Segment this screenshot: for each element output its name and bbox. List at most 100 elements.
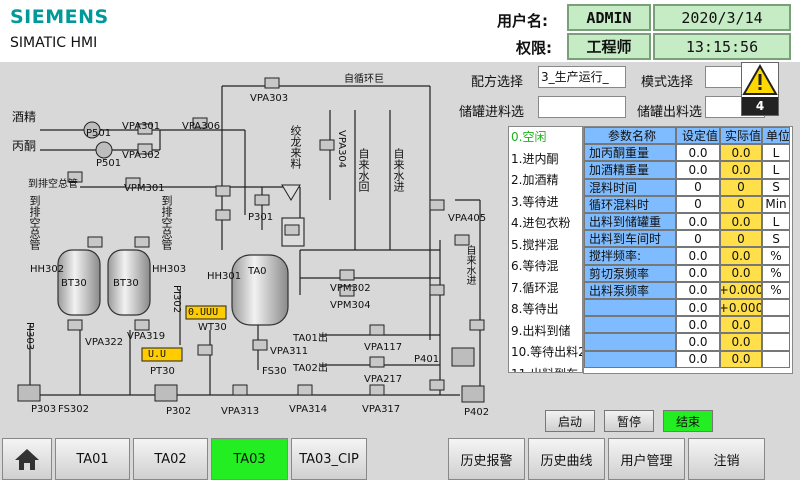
label-vpa311: VPA311 bbox=[270, 346, 309, 357]
product-name: SIMATIC HMI bbox=[10, 35, 98, 51]
date-display: 2020/3/14 bbox=[653, 4, 791, 31]
param-setpoint[interactable]: 0.0 bbox=[676, 247, 720, 265]
param-header-cell: 参数名称 bbox=[584, 127, 676, 145]
label-p303: P303 bbox=[31, 404, 57, 415]
label-vpm301: VPM301 bbox=[124, 183, 165, 194]
start-button[interactable]: 启动 bbox=[545, 410, 595, 432]
nav-home[interactable] bbox=[2, 438, 52, 480]
param-setpoint[interactable]: 0.0 bbox=[676, 299, 720, 317]
sensor-wt30-value: 0.UUU bbox=[188, 307, 219, 318]
nav-user-management[interactable]: 用户管理 bbox=[608, 438, 685, 480]
param-name bbox=[584, 350, 676, 368]
label-vent-header: 到排空总管 bbox=[28, 179, 78, 190]
nav-ta02[interactable]: TA02 bbox=[133, 438, 208, 480]
label-vpm304: VPM304 bbox=[330, 300, 371, 311]
label-bt30-a: BT30 bbox=[61, 278, 87, 289]
label-p301-mixer: P301 bbox=[248, 212, 274, 223]
step-list: 0.空闲 1.进内酮 2.加酒精 3.等待进 4.进包衣粉 5.搅拌混 6.等待混 7.循环混… bbox=[508, 126, 583, 373]
label-ta02-out: TA02出 bbox=[293, 363, 328, 374]
label-wt30: WT30 bbox=[198, 322, 227, 333]
label-pi302: PI302 bbox=[171, 285, 182, 314]
label-acetone: 丙酮 bbox=[12, 139, 37, 153]
nav-ta03-cip[interactable]: TA03_CIP bbox=[291, 438, 367, 480]
param-actual: 0.0 bbox=[720, 144, 762, 162]
pause-button[interactable]: 暂停 bbox=[604, 410, 654, 432]
nav-history-curve[interactable]: 历史曲线 bbox=[528, 438, 605, 480]
param-setpoint[interactable]: 0.0 bbox=[676, 213, 720, 231]
param-name: 加酒精重量 bbox=[584, 161, 676, 179]
step-item: 9.出料到储 bbox=[511, 323, 571, 338]
param-row: 出料到储罐重 0.0 0.0 L bbox=[584, 213, 790, 231]
param-row: 出料到车间时 0 0 S bbox=[584, 230, 790, 248]
warning-icon bbox=[742, 63, 778, 95]
alarm-indicator[interactable]: 4 bbox=[741, 62, 779, 116]
param-setpoint[interactable]: 0.0 bbox=[676, 316, 720, 334]
param-setpoint[interactable]: 0 bbox=[676, 230, 720, 248]
label-p501: P501 bbox=[96, 158, 122, 169]
param-name bbox=[584, 316, 676, 334]
param-name: 混料时间 bbox=[584, 178, 676, 196]
param-name: 搅拌频率: bbox=[584, 247, 676, 265]
tank-in-field[interactable] bbox=[538, 96, 626, 118]
param-actual: 0 bbox=[720, 195, 762, 213]
label-vpa301: VPA301 bbox=[122, 121, 161, 132]
param-row: 0.0 +0.000 bbox=[584, 299, 790, 317]
param-header-cell: 单位 bbox=[762, 127, 790, 145]
param-actual: 0.0 bbox=[720, 213, 762, 231]
nav-logout[interactable]: 注销 bbox=[688, 438, 765, 480]
param-actual: 0.0 bbox=[720, 247, 762, 265]
param-actual: 0.0 bbox=[720, 264, 762, 282]
label-hh302: HH302 bbox=[30, 264, 65, 275]
label-water-in: 自来水进 bbox=[392, 148, 405, 192]
label-hh303: HH303 bbox=[152, 264, 187, 275]
end-button[interactable]: 结束 bbox=[663, 410, 713, 432]
param-name: 出料泵频率 bbox=[584, 281, 676, 299]
recipe-select-field[interactable]: 3_生产运行_ bbox=[538, 66, 626, 88]
label-bt30-b: BT30 bbox=[113, 278, 139, 289]
parameter-table: 参数名称 设定值 实际值 单位 加丙酮重量 0.0 0.0 L 加酒精重量 0.0 0.0 L 混料时间… bbox=[583, 126, 793, 374]
param-unit bbox=[762, 350, 790, 368]
param-setpoint[interactable]: 0.0 bbox=[676, 264, 720, 282]
param-unit: Min bbox=[762, 195, 790, 213]
nav-ta03[interactable]: TA03 bbox=[211, 438, 288, 480]
param-row: 循环混料时 0 0 Min bbox=[584, 195, 790, 213]
param-unit: L bbox=[762, 144, 790, 162]
nav-history-alarm[interactable]: 历史报警 bbox=[448, 438, 525, 480]
tank-out-label: 储罐出料选 bbox=[637, 105, 703, 120]
step-item: 2.加酒精 bbox=[511, 173, 559, 187]
param-setpoint[interactable]: 0 bbox=[676, 178, 720, 196]
label-hh301: HH301 bbox=[207, 271, 242, 282]
label-water-in-2: 自来水进 bbox=[464, 245, 475, 285]
param-setpoint[interactable]: 0.0 bbox=[676, 161, 720, 179]
label-p401: P401 bbox=[414, 354, 440, 365]
param-unit bbox=[762, 316, 790, 334]
step-item: 4.进包衣粉 bbox=[511, 216, 571, 230]
step-item: 3.等待进 bbox=[511, 194, 559, 209]
param-name: 出料到车间时 bbox=[584, 230, 676, 248]
param-header-row: 参数名称 设定值 实际值 单位 bbox=[584, 127, 790, 145]
param-unit: S bbox=[762, 230, 790, 248]
step-item: 8.等待出 bbox=[511, 302, 559, 316]
param-setpoint[interactable]: 0.0 bbox=[676, 144, 720, 162]
label-p302: P302 bbox=[166, 406, 192, 417]
label-to-vent-2: 到排空总管 bbox=[160, 195, 173, 250]
time-display: 13:15:56 bbox=[653, 33, 791, 60]
param-name: 循环混料时 bbox=[584, 195, 676, 213]
param-setpoint[interactable]: 0 bbox=[676, 195, 720, 213]
label-vpa319: VPA319 bbox=[127, 331, 166, 342]
param-unit: % bbox=[762, 247, 790, 265]
param-unit: L bbox=[762, 161, 790, 179]
param-unit: L bbox=[762, 213, 790, 231]
mode-select-label: 模式选择 bbox=[641, 75, 694, 90]
step-item: 6.等待混 bbox=[511, 259, 559, 273]
label-vpa314: VPA314 bbox=[289, 404, 328, 415]
param-setpoint[interactable]: 0.0 bbox=[676, 333, 720, 351]
param-setpoint[interactable]: 0.0 bbox=[676, 281, 720, 299]
param-actual: 0.0 bbox=[720, 316, 762, 334]
param-actual: 0 bbox=[720, 178, 762, 196]
label-self-loop: 自循环巨 bbox=[344, 74, 384, 85]
nav-ta01[interactable]: TA01 bbox=[55, 438, 130, 480]
param-setpoint[interactable]: 0.0 bbox=[676, 350, 720, 368]
label-alcohol: 酒精 bbox=[12, 110, 37, 124]
param-name: 出料到储罐重 bbox=[584, 213, 676, 231]
